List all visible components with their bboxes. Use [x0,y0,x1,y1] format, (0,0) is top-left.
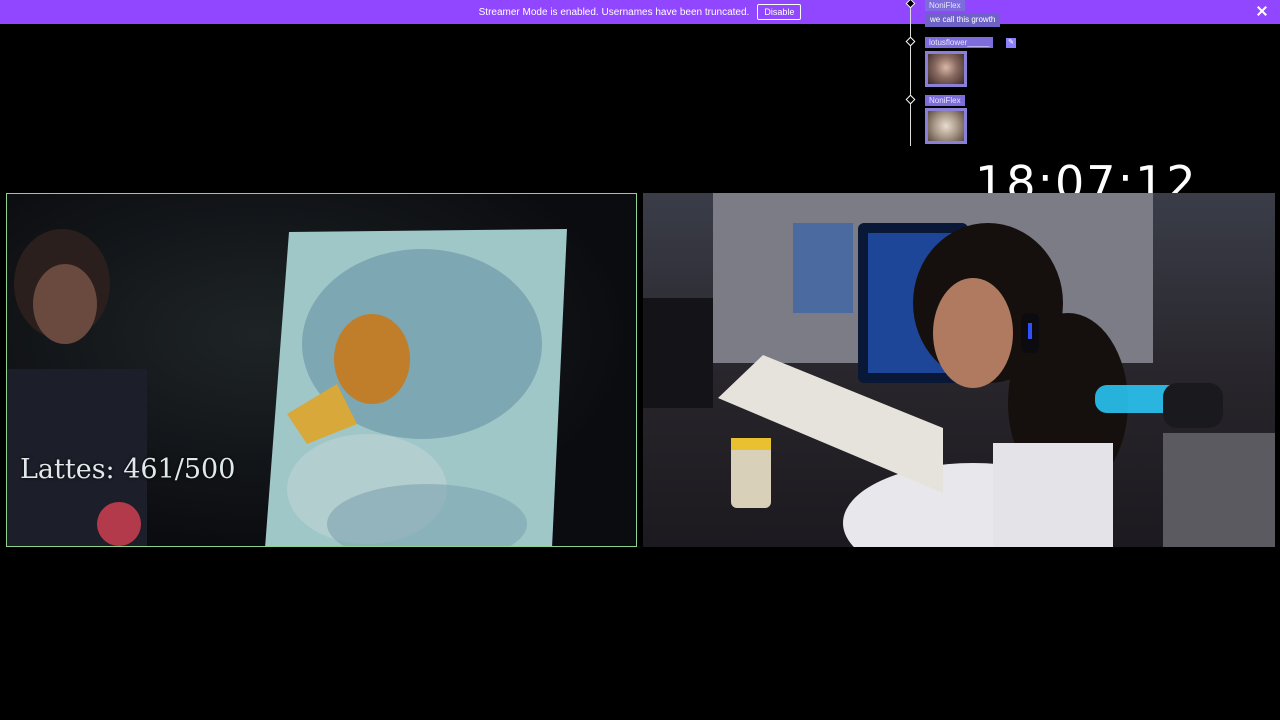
streamer-camera-scene [643,193,1275,547]
chat-image[interactable] [925,108,967,144]
canvas-camera-feed [6,193,637,547]
timeline-line [910,0,911,146]
chat-username: NoniFlex [925,95,965,106]
chat-username: NoniFlex [925,0,965,11]
chat-message-text: we call this growth [925,13,1001,27]
chat-image-content [928,111,964,141]
disable-streamer-mode-button[interactable]: Disable [757,4,802,20]
diamond-icon [905,94,916,105]
streamer-camera-feed [643,193,1275,547]
diamond-icon [905,36,916,47]
chat-image[interactable] [925,51,967,87]
canvas-camera-scene [7,229,567,546]
chat-username: lotusflower_____ [925,37,994,48]
diamond-icon [905,0,916,9]
lattes-goal: Lattes: 461/500 [20,454,236,485]
pencil-icon[interactable]: ✎ [1006,38,1016,48]
banner-message: Streamer Mode is enabled. Usernames have… [478,6,750,18]
close-icon[interactable] [1256,5,1268,17]
chat-overlay: NoniFlex we call this growth lotusflower… [900,0,1100,146]
chat-image-content [928,54,964,84]
